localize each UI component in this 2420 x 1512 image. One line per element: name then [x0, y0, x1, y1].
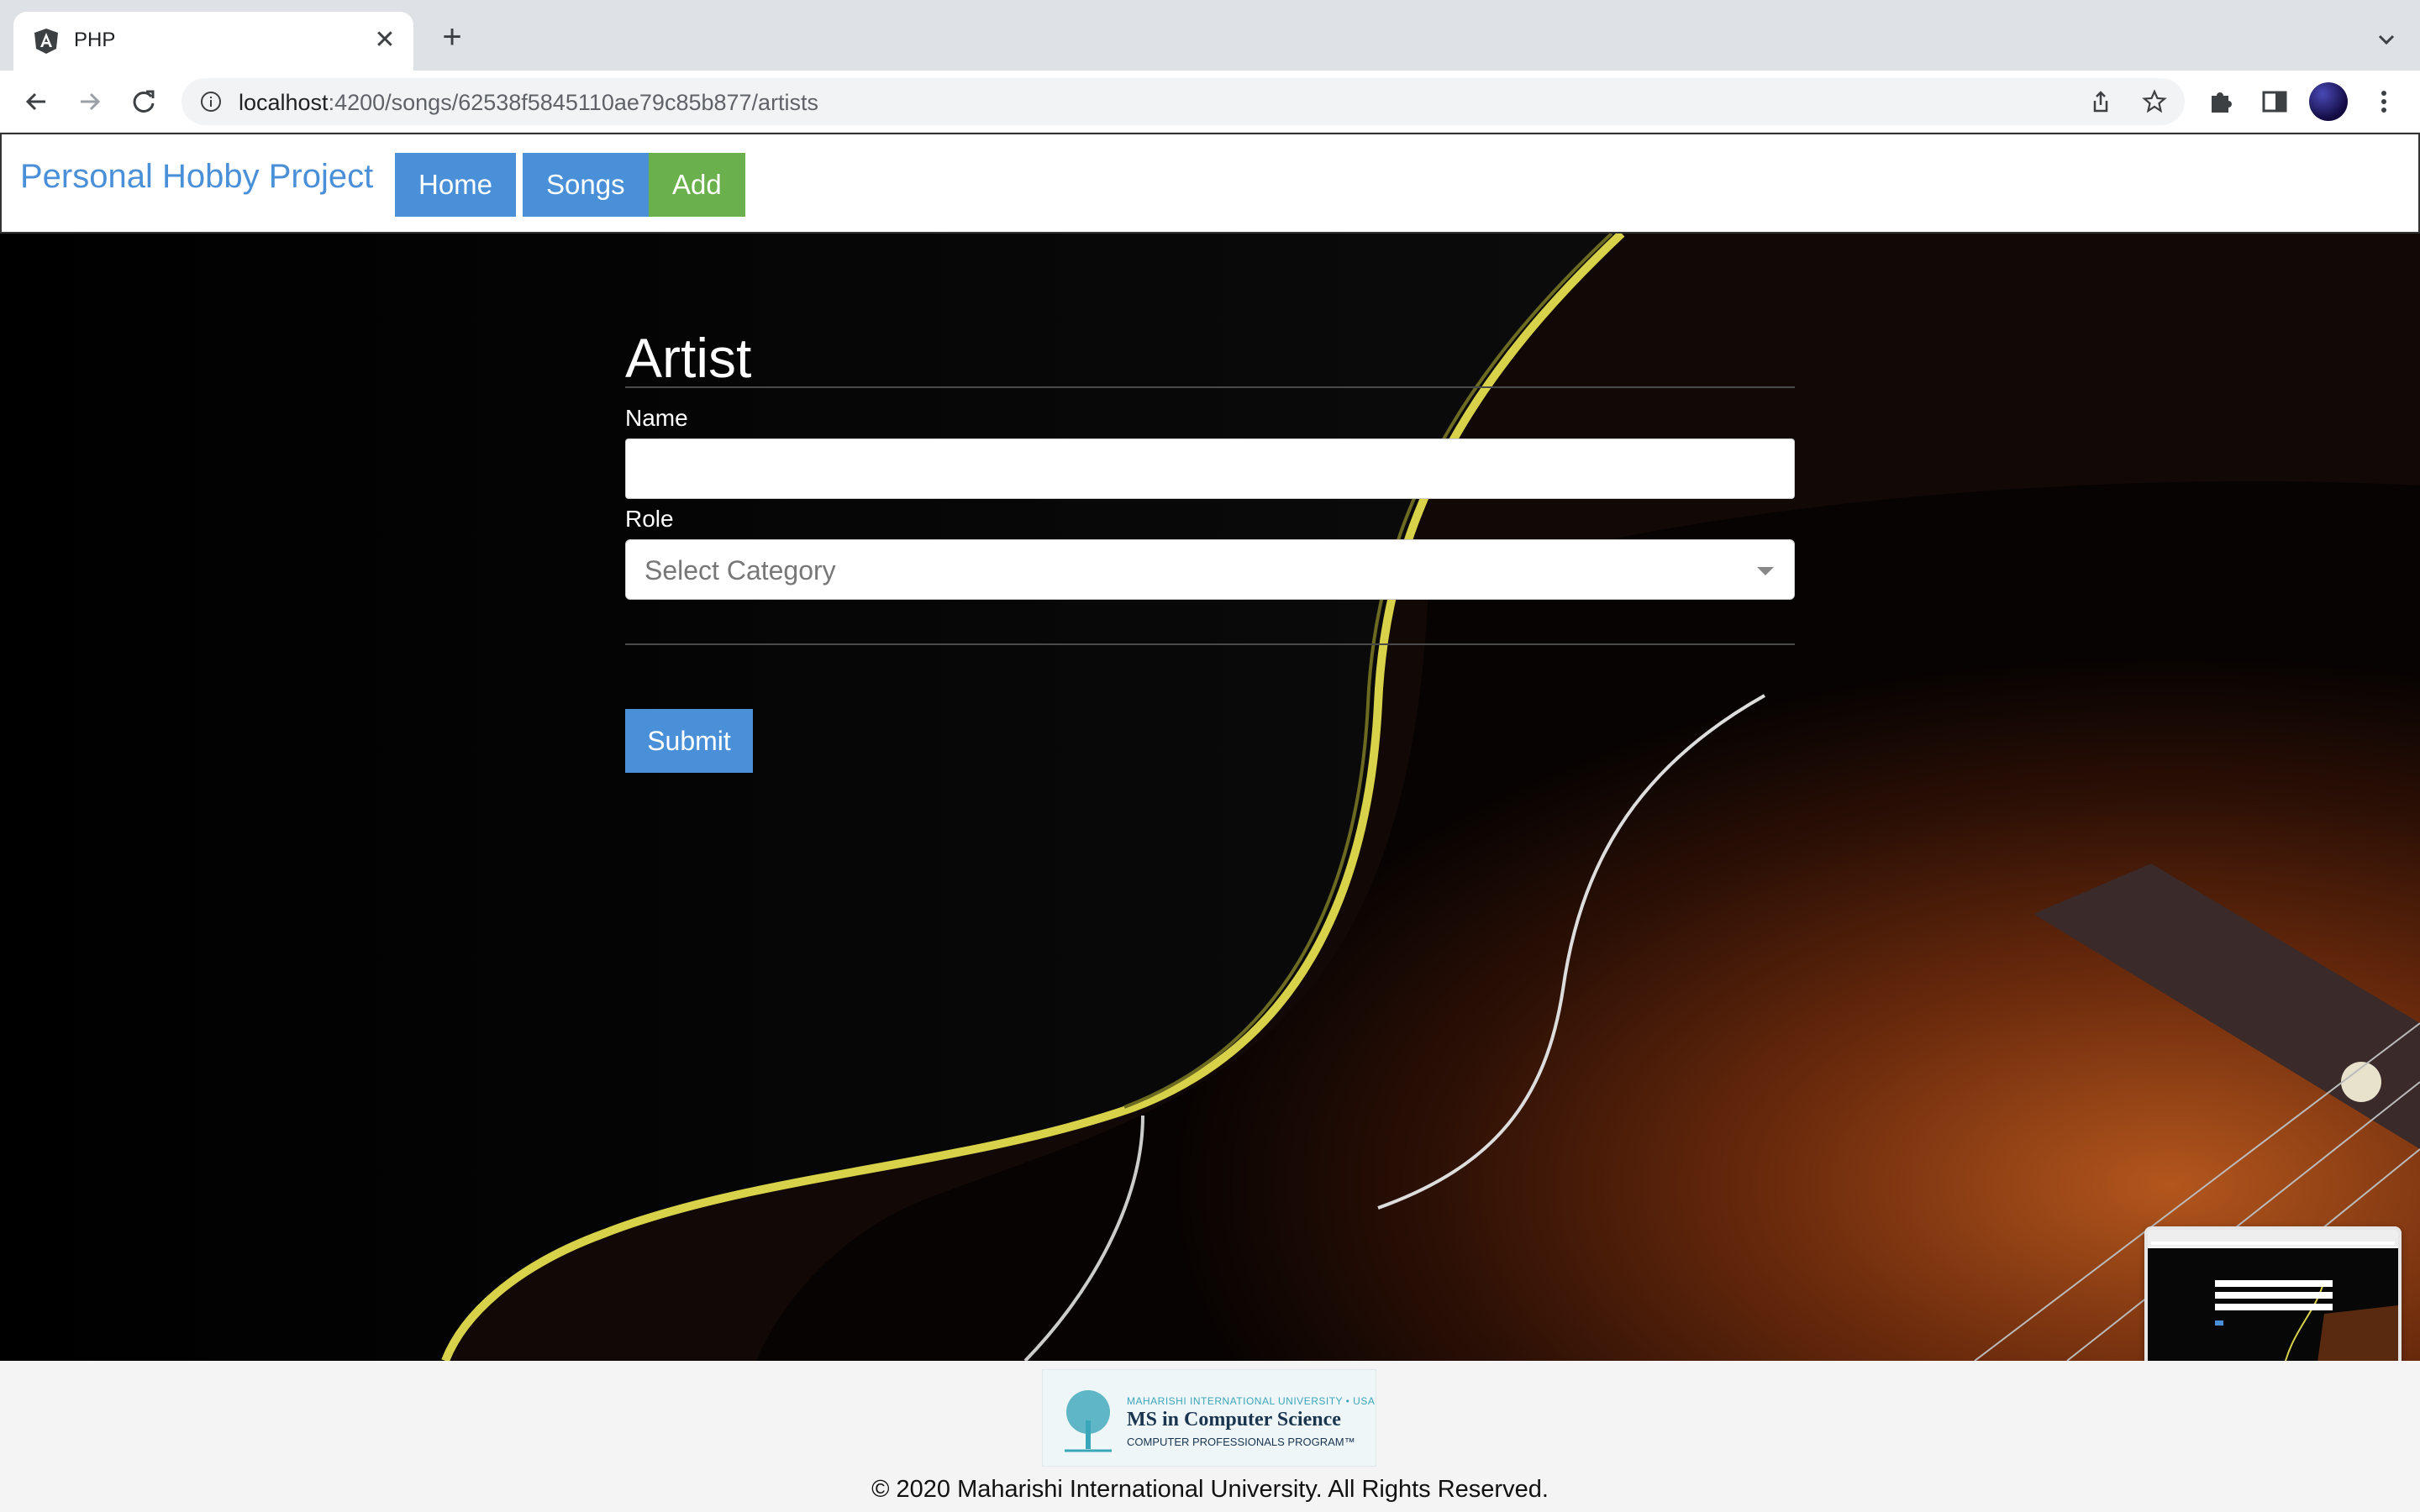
chevron-down-icon[interactable] — [2370, 24, 2403, 57]
caret-down-icon — [1757, 567, 1774, 575]
form-title: Artist — [625, 327, 752, 389]
profile-avatar[interactable] — [2309, 82, 2348, 121]
artist-form: Artist Name Role Select Category Submit — [625, 326, 1795, 773]
nav-songs-button[interactable]: Songs — [523, 153, 649, 217]
thumbnail-preview — [2148, 1230, 2398, 1361]
close-icon[interactable]: ✕ — [368, 24, 402, 57]
reload-icon[interactable] — [124, 82, 163, 121]
angular-icon — [34, 29, 58, 54]
name-input[interactable] — [625, 438, 1795, 499]
logo-program-title: MS in Computer Science — [1127, 1409, 1341, 1431]
site-navbar: Personal Hobby Project Home Songs Add — [0, 133, 2420, 234]
divider-bottom — [625, 643, 1795, 645]
extensions-icon[interactable] — [2205, 86, 2237, 118]
browser-toolbar: localhost:4200/songs/62538f5845110ae79c8… — [0, 71, 2420, 133]
info-icon[interactable] — [198, 89, 224, 114]
submit-button[interactable]: Submit — [625, 709, 753, 773]
copyright-text: © 2020 Maharishi International Universit… — [871, 1476, 1549, 1503]
role-select[interactable]: Select Category — [625, 539, 1795, 600]
page-viewport: Personal Hobby Project Home Songs Add Ar… — [0, 133, 2420, 1512]
tree-logo-icon — [1065, 1390, 1112, 1452]
nav-home-button[interactable]: Home — [395, 153, 517, 217]
guitar-background: Artist Name Role Select Category Submit — [0, 234, 2420, 1361]
plus-icon[interactable]: + — [434, 20, 471, 57]
miu-logo: MAHARISHI INTERNATIONAL UNIVERSITY • USA… — [1042, 1369, 1376, 1467]
forward-icon[interactable] — [71, 82, 109, 121]
side-panel-icon[interactable] — [2259, 86, 2291, 118]
url-text: localhost:4200/songs/62538f5845110ae79c8… — [239, 90, 819, 115]
name-label: Name — [625, 405, 688, 431]
browser-tab[interactable]: PHP ✕ — [13, 12, 413, 71]
role-label: Role — [625, 506, 674, 532]
browser-tab-bar: PHP ✕ + — [0, 0, 2420, 71]
share-icon[interactable] — [2087, 88, 2114, 115]
brand-link[interactable]: Personal Hobby Project — [20, 158, 373, 196]
nav-add-button[interactable]: Add — [649, 153, 745, 217]
address-bar[interactable]: localhost:4200/songs/62538f5845110ae79c8… — [182, 78, 2185, 125]
logo-program-subtitle: COMPUTER PROFESSIONALS PROGRAM™ — [1127, 1436, 1355, 1448]
site-footer: MAHARISHI INTERNATIONAL UNIVERSITY • USA… — [0, 1361, 2420, 1512]
star-icon[interactable] — [2141, 88, 2168, 115]
back-icon[interactable] — [17, 82, 55, 121]
divider-top — [625, 386, 1795, 388]
tab-title: PHP — [74, 29, 116, 51]
logo-university-text: MAHARISHI INTERNATIONAL UNIVERSITY • USA — [1127, 1395, 1376, 1407]
guitar-image — [0, 234, 2420, 1361]
screenshot-thumbnail[interactable] — [2144, 1226, 2402, 1361]
kebab-menu-icon[interactable] — [2368, 86, 2400, 118]
role-select-placeholder: Select Category — [644, 555, 836, 585]
